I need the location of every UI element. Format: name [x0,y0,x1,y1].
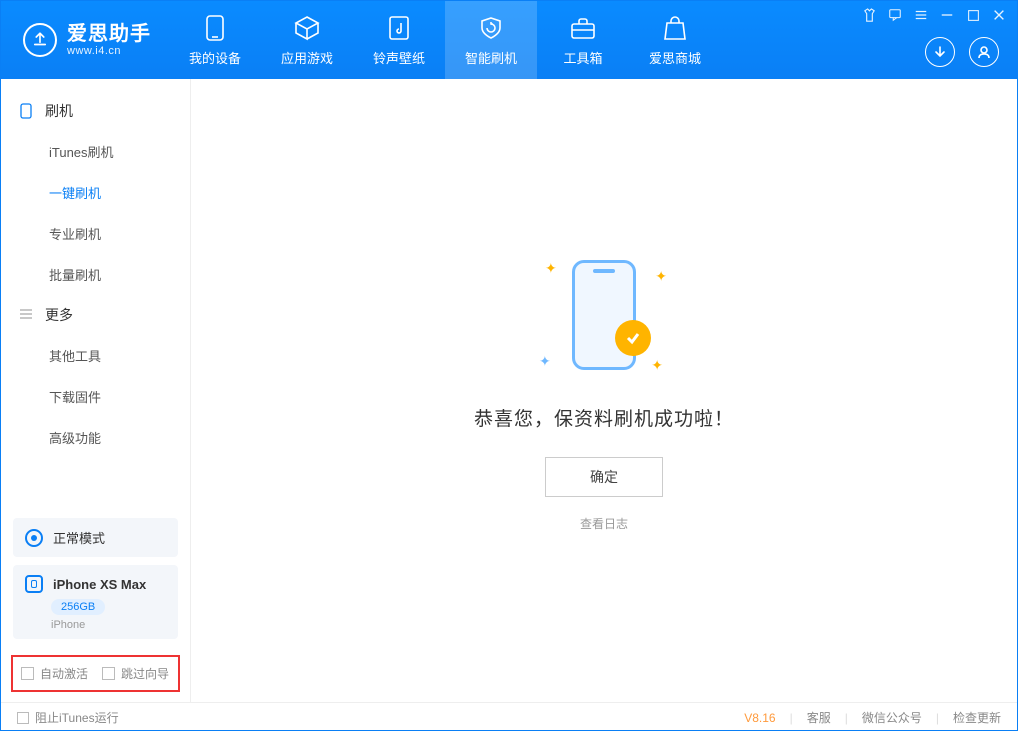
checkbox-label: 跳过向导 [121,665,169,682]
phone-icon [201,14,229,42]
app-subtitle: www.i4.cn [67,45,151,57]
checkbox-label: 自动激活 [40,665,88,682]
menu-icon[interactable] [913,7,929,23]
sidebar-item-download-firmware[interactable]: 下载固件 [1,376,190,417]
mode-icon [25,529,43,547]
success-illustration: ✦ ✦ ✦ ✦ [539,250,669,380]
cube-icon [293,14,321,42]
mode-label: 正常模式 [53,528,105,547]
device-info-box[interactable]: iPhone XS Max 256GB iPhone [13,565,178,639]
nav-label: 应用游戏 [281,48,333,67]
sidebar-item-pro-flash[interactable]: 专业刷机 [1,213,190,254]
logo-area: 爱思助手 www.i4.cn [1,1,169,79]
feedback-icon[interactable] [887,7,903,23]
logo-icon [23,23,57,57]
app-title: 爱思助手 [67,23,151,45]
highlighted-checkbox-row: 自动激活 跳过向导 [11,655,180,692]
device-icon [25,575,43,593]
success-message: 恭喜您，保资料刷机成功啦！ [474,404,734,431]
list-icon [19,307,35,323]
nav-label: 爱思商城 [649,48,701,67]
checkbox-icon [17,712,29,724]
divider: | [936,711,939,725]
maximize-button[interactable] [965,7,981,23]
sidebar-item-onekey-flash[interactable]: 一键刷机 [1,172,190,213]
header-right-icons [925,37,999,67]
nav-label: 我的设备 [189,48,241,67]
nav-apps-games[interactable]: 应用游戏 [261,1,353,79]
logo-text: 爱思助手 www.i4.cn [67,23,151,57]
divider: | [790,711,793,725]
device-mode-box[interactable]: 正常模式 [13,518,178,557]
device-capacity: 256GB [51,599,105,615]
nav: 我的设备 应用游戏 铃声壁纸 智能刷机 工具箱 爱思商城 [169,1,721,79]
sidebar-item-advanced[interactable]: 高级功能 [1,417,190,458]
titlebar-buttons [861,7,1007,23]
download-button[interactable] [925,37,955,67]
sidebar-item-other-tools[interactable]: 其他工具 [1,335,190,376]
nav-label: 铃声壁纸 [373,48,425,67]
nav-label: 工具箱 [563,48,602,67]
phone-small-icon [19,103,35,119]
close-button[interactable] [991,7,1007,23]
nav-label: 智能刷机 [465,48,517,67]
nav-my-device[interactable]: 我的设备 [169,1,261,79]
device-name: iPhone XS Max [53,577,146,592]
ok-button[interactable]: 确定 [545,457,663,497]
device-type: iPhone [51,619,166,631]
header: 爱思助手 www.i4.cn 我的设备 应用游戏 铃声壁纸 智能刷机 [1,1,1017,79]
nav-store[interactable]: 爱思商城 [629,1,721,79]
nav-ringtones[interactable]: 铃声壁纸 [353,1,445,79]
tshirt-icon[interactable] [861,7,877,23]
sidebar-item-itunes-flash[interactable]: iTunes刷机 [1,131,190,172]
checkbox-auto-activate[interactable]: 自动激活 [21,665,88,682]
version-label: V8.16 [744,711,775,725]
sidebar-item-batch-flash[interactable]: 批量刷机 [1,254,190,295]
sparkle-icon: ✦ [545,260,557,277]
checkbox-icon [21,667,34,680]
support-link[interactable]: 客服 [807,709,831,726]
shield-rotate-icon [477,14,505,42]
statusbar: 阻止iTunes运行 V8.16 | 客服 | 微信公众号 | 检查更新 [1,702,1017,732]
sidebar-section-more[interactable]: 更多 [1,295,190,335]
checkbox-label: 阻止iTunes运行 [35,709,119,726]
checkbox-icon [102,667,115,680]
wechat-link[interactable]: 微信公众号 [862,709,922,726]
main-content: ✦ ✦ ✦ ✦ 恭喜您，保资料刷机成功啦！ 确定 查看日志 [191,79,1017,702]
sparkle-icon: ✦ [539,353,551,370]
body: 刷机 iTunes刷机 一键刷机 专业刷机 批量刷机 更多 其他工具 下载固件 … [1,79,1017,702]
section-label: 刷机 [45,101,73,121]
sparkle-icon: ✦ [655,268,667,285]
user-button[interactable] [969,37,999,67]
music-file-icon [385,14,413,42]
checkbox-skip-guide[interactable]: 跳过向导 [102,665,169,682]
bag-icon [661,14,689,42]
app-window: 爱思助手 www.i4.cn 我的设备 应用游戏 铃声壁纸 智能刷机 [0,0,1018,731]
view-log-link[interactable]: 查看日志 [580,515,628,532]
checkmark-badge-icon [615,320,651,356]
sidebar: 刷机 iTunes刷机 一键刷机 专业刷机 批量刷机 更多 其他工具 下载固件 … [1,79,191,702]
nav-toolbox[interactable]: 工具箱 [537,1,629,79]
nav-smart-flash[interactable]: 智能刷机 [445,1,537,79]
section-label: 更多 [45,305,73,325]
divider: | [845,711,848,725]
minimize-button[interactable] [939,7,955,23]
sparkle-icon: ✦ [651,357,663,374]
check-update-link[interactable]: 检查更新 [953,709,1001,726]
sidebar-section-flash[interactable]: 刷机 [1,91,190,131]
checkbox-block-itunes[interactable]: 阻止iTunes运行 [17,709,119,726]
toolbox-icon [569,14,597,42]
